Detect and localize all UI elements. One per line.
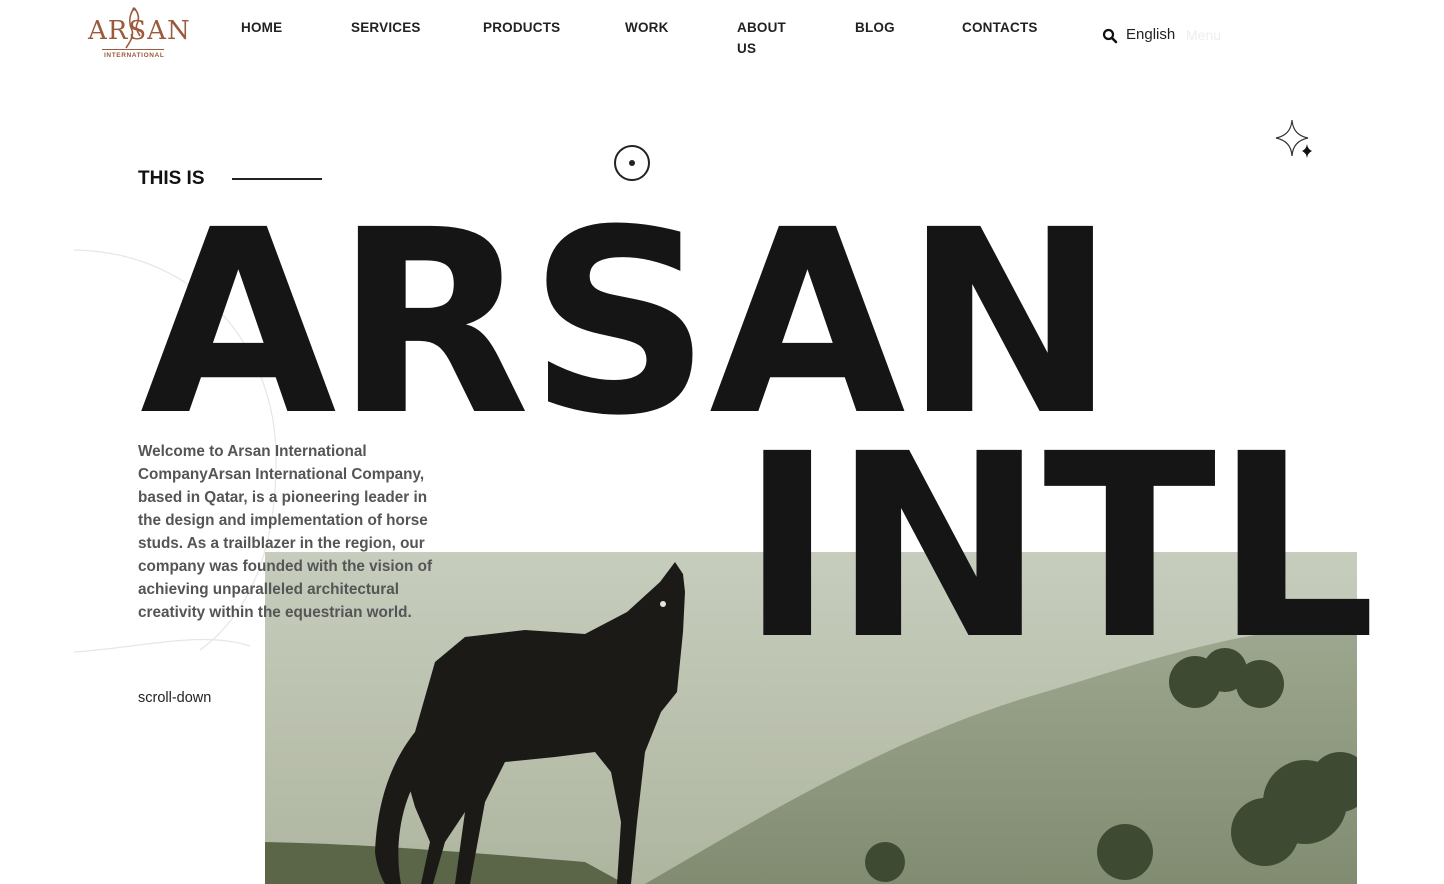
logo-name: ARSAN	[88, 16, 191, 46]
intro-text: Welcome to Arsan International CompanyAr…	[138, 443, 433, 621]
nav-home[interactable]: HOME	[241, 17, 282, 38]
hero-title-line-2: INTL	[740, 399, 1376, 695]
language-selector[interactable]: English	[1126, 26, 1175, 43]
nav-blog[interactable]: BLOG	[855, 17, 895, 38]
search-icon[interactable]	[1102, 28, 1118, 44]
nav-contacts[interactable]: CONTACTS	[962, 17, 1038, 38]
nav-products[interactable]: PRODUCTS	[483, 17, 560, 38]
sparkle-icon	[1275, 119, 1312, 158]
nav-about-us[interactable]: ABOUT US	[737, 17, 793, 59]
logo-divider	[102, 49, 164, 50]
logo-subtitle: INTERNATIONAL	[104, 52, 165, 59]
scroll-down-link[interactable]: scroll-down	[138, 690, 211, 706]
nav-services[interactable]: SERVICES	[351, 17, 421, 38]
menu-button[interactable]: Menu	[1186, 27, 1221, 43]
logo[interactable]: ARSAN INTERNATIONAL	[86, 6, 190, 62]
nav-work[interactable]: WORK	[625, 17, 669, 38]
